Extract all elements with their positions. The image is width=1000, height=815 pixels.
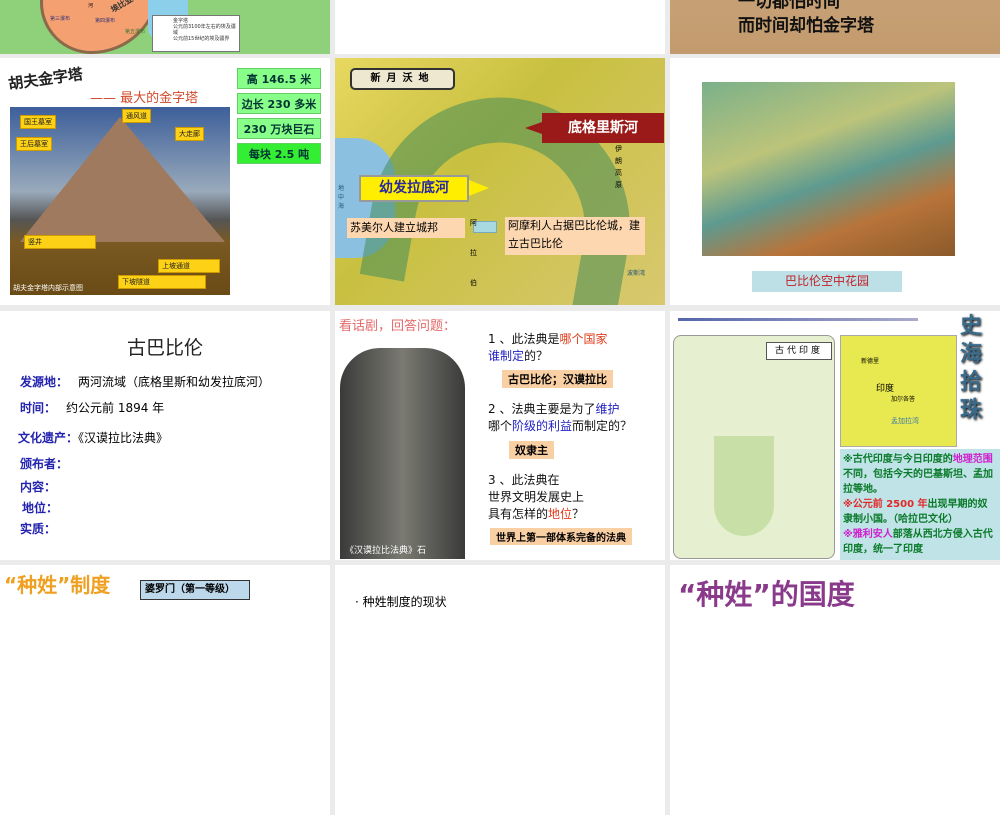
slide-ancient-babylon[interactable]: 古巴比伦 发源地： 两河流域（底格里斯和幼发拉底河） 时间： 约公元前 1894 年… [0,311,330,560]
map-label: 第四瀑布 [95,18,116,24]
slide-hammurabi-code[interactable]: 看话剧，回答问题： 《汉谟拉比法典》石 1 、此法典是哪个国家 谁制定的？ 古巴比… [335,311,665,560]
info-box: ※古代印度与今日印度的地理范围不同，包括今天的巴基斯坦、孟加拉等地。 ※公元前 … [840,449,1000,560]
slide-title: “种姓”制度 [4,573,111,597]
fact-box: 230 万块巨石 [237,118,321,139]
bullet-text: · 种姓制度的现状 [355,595,447,609]
slide-subtitle: —— 最大的金字塔 [90,91,199,106]
slide-caste-country[interactable]: “种姓”的国度 [670,565,1000,815]
slide-title: 胡夫金字塔 [7,64,84,94]
slide-pyramid-quote[interactable]: 一切都怕时间 而时间却怕金字塔 [670,0,1000,54]
slide-caste-status[interactable]: · 种姓制度的现状 [335,565,665,815]
answer-box: 奴隶主 [509,441,554,459]
slide-blank[interactable] [335,0,665,54]
map-label: 第三瀑布 [50,16,71,22]
map-label: 河 [88,3,94,9]
slide-khufu-pyramid[interactable]: 胡夫金字塔 —— 最大的金字塔 高 146.5 米 边长 230 多米 230 … [0,58,330,305]
tigris-label: 底格里斯河 [542,113,664,143]
answer-box: 世界上第一部体系完备的法典 [490,528,632,545]
euphrates-label: 幼发拉底河 [359,175,469,202]
quote-line: 一切都怕时间 [738,0,840,12]
modern-india-map: 新德里 印度 加尔各答 孟加拉湾 [840,335,957,447]
fact-box: 边长 230 多米 [237,93,321,114]
history-step: 阿摩利人占据巴比伦城，建立古巴比伦 [505,217,645,255]
pyramid-diagram: 国王墓室 王后墓室 通风道 大走廊 竖井 上坡通道 下坡隧道 胡夫金字塔内部示意… [10,107,230,295]
map-label: 第五瀑布 [125,29,146,35]
answer-box: 古巴比伦；汉谟拉比 [502,370,613,388]
hanging-gardens-image [702,82,955,256]
map-legend: 金字塔 公元前3100年左右的埃及疆域 公元前15世纪的埃及疆界 [152,15,240,52]
fact-box: 高 146.5 米 [237,68,321,89]
map-title: 新月沃地 [350,68,455,90]
side-title: 史海拾珠 [960,314,983,423]
slide-egypt-map[interactable]: 埃比亚 第三瀑布 第四瀑布 第五瀑布 河 金字塔 公元前3100年左右的埃及疆域公… [0,0,330,54]
fact-box: 每块 2.5 吨 [237,143,321,164]
stele-image: 《汉谟拉比法典》石 [340,348,465,559]
slide-hanging-gardens[interactable]: 巴比伦空中花园 [670,58,1000,305]
image-caption: 巴比伦空中花园 [752,271,902,292]
slide-fertile-crescent[interactable]: 新月沃地 底格里斯河 幼发拉底河 苏美尔人建立城邦 阿摩利人占据巴比伦城，建立古… [335,58,665,305]
slide-ancient-india[interactable]: 古代印度 新德里 印度 加尔各答 孟加拉湾 史海拾珠 ※古代印度与今日印度的地理… [670,311,1000,560]
slide-title: 古巴比伦 [126,337,203,359]
quote-line: 而时间却怕金字塔 [738,16,874,36]
ancient-india-map: 古代印度 [673,335,835,559]
slide-caste-system[interactable]: “种姓”制度 婆罗门（第一等级） [0,565,330,815]
slide-title: “种姓”的国度 [678,578,855,611]
caste-box: 婆罗门（第一等级） [140,580,250,600]
slide-heading: 看话剧，回答问题： [339,319,457,334]
history-step: 苏美尔人建立城邦 [347,218,465,238]
